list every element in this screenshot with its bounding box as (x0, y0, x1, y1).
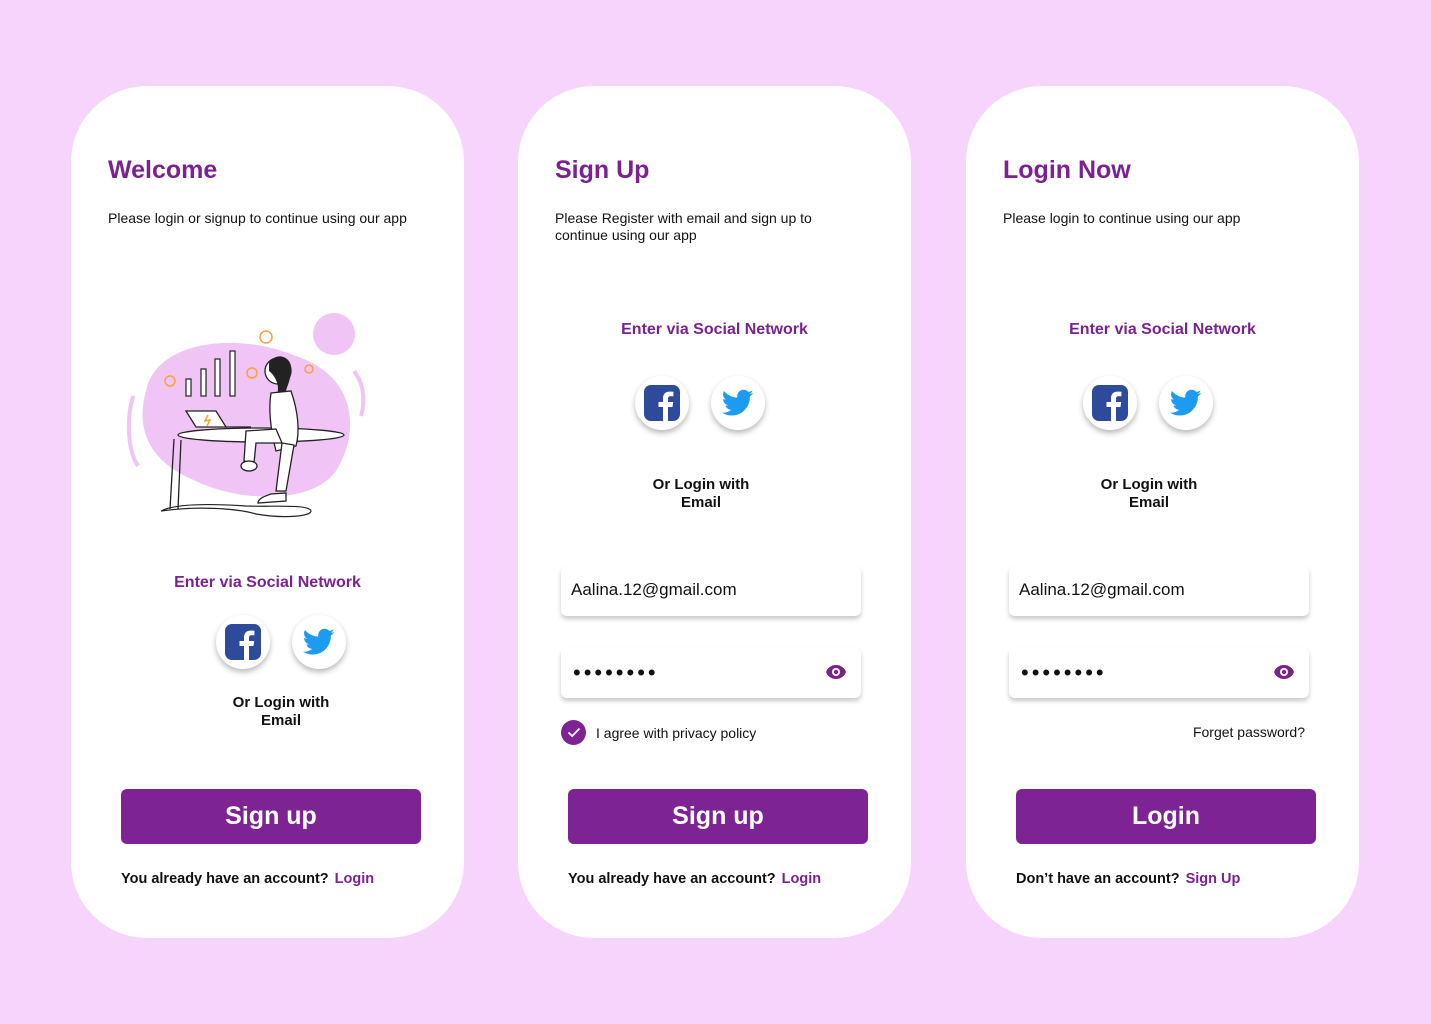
page-title: Welcome (108, 156, 218, 184)
login-link[interactable]: Login (335, 871, 374, 887)
password-mask: •••••••• (1021, 660, 1107, 685)
check-icon (567, 727, 580, 738)
twitter-icon (722, 389, 754, 416)
email-field[interactable]: Aalina.12@gmail.com (1009, 566, 1309, 616)
or-line-2: Email (260, 712, 302, 729)
page-subtitle: Please login to continue using our app (1003, 210, 1241, 226)
page-title: Sign Up (555, 156, 650, 184)
sign-up-button[interactable]: Sign up (568, 789, 868, 844)
facebook-login-button[interactable] (1083, 376, 1137, 430)
account-footer: You already have an account? Login (121, 871, 374, 887)
privacy-agree-row: I agree with privacy policy (561, 720, 756, 745)
social-network-heading: Enter via Social Network (1069, 321, 1256, 338)
person-at-desk-illustration (126, 313, 366, 518)
eye-icon[interactable] (825, 664, 847, 680)
login-button[interactable]: Login (1016, 789, 1316, 844)
forget-password-link[interactable]: Forget password? (1193, 724, 1305, 740)
page-subtitle: Please Register with email and sign up t… (555, 210, 812, 243)
social-network-heading: Enter via Social Network (621, 321, 808, 338)
twitter-icon (1170, 389, 1202, 416)
privacy-checkbox[interactable] (561, 720, 586, 745)
or-login-email-text: Or Login with Email (1069, 476, 1229, 512)
facebook-login-button[interactable] (635, 376, 689, 430)
footer-text: Don’t have an account? (1016, 871, 1180, 887)
login-card: Login Now Please login to continue using… (966, 86, 1359, 938)
or-line-1: Or Login with (232, 694, 330, 711)
twitter-login-button[interactable] (1159, 376, 1213, 430)
eye-icon[interactable] (1273, 664, 1295, 680)
or-line-1: Or Login with (652, 476, 750, 493)
login-link[interactable]: Login (782, 871, 821, 887)
twitter-login-button[interactable] (292, 615, 346, 669)
privacy-agree-label: I agree with privacy policy (596, 724, 757, 741)
footer-text: You already have an account? (568, 871, 776, 887)
or-login-email-text: Or Login with Email (201, 694, 361, 730)
page-title: Login Now (1003, 156, 1131, 184)
twitter-icon (303, 628, 335, 655)
email-field[interactable]: Aalina.12@gmail.com (561, 566, 861, 616)
or-line-2: Email (1128, 494, 1170, 511)
facebook-login-button[interactable] (216, 615, 270, 669)
or-line-2: Email (680, 494, 722, 511)
facebook-icon (225, 624, 261, 660)
password-mask: •••••••• (573, 660, 659, 685)
sign-up-button[interactable]: Sign up (121, 789, 421, 844)
password-field[interactable]: •••••••• (561, 648, 861, 698)
facebook-icon (1092, 385, 1128, 421)
account-footer: Don’t have an account? Sign Up (1016, 871, 1240, 887)
email-value: Aalina.12@gmail.com (1019, 580, 1185, 599)
twitter-login-button[interactable] (711, 376, 765, 430)
signup-card: Sign Up Please Register with email and s… (518, 86, 911, 938)
welcome-card: Welcome Please login or signup to contin… (71, 86, 464, 938)
facebook-icon (644, 385, 680, 421)
account-footer: You already have an account? Login (568, 871, 821, 887)
sign-up-link[interactable]: Sign Up (1186, 871, 1241, 887)
footer-text: You already have an account? (121, 871, 329, 887)
page-subtitle: Please login or signup to continue using… (108, 210, 407, 226)
or-login-email-text: Or Login with Email (621, 476, 781, 512)
email-value: Aalina.12@gmail.com (571, 580, 737, 599)
or-line-1: Or Login with (1100, 476, 1198, 493)
social-network-heading: Enter via Social Network (174, 574, 361, 591)
password-field[interactable]: •••••••• (1009, 648, 1309, 698)
